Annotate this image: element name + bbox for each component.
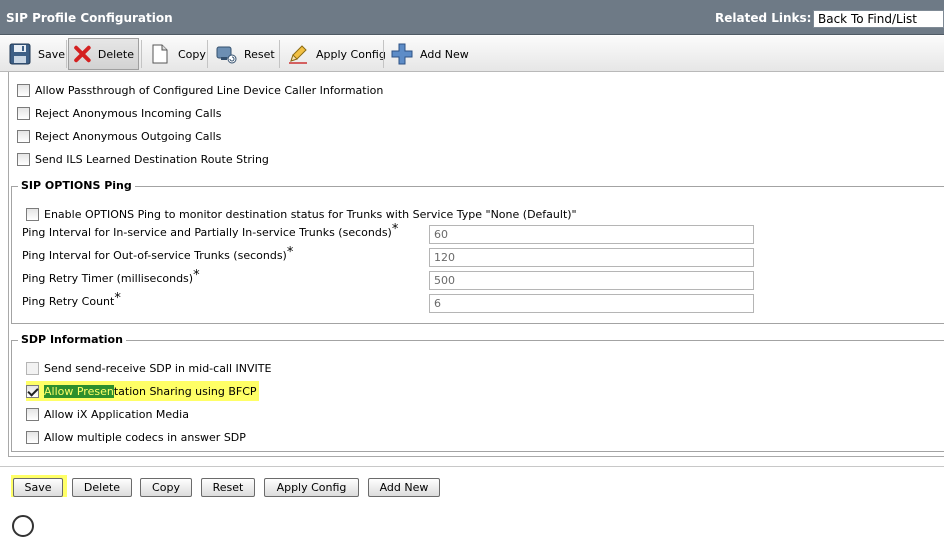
allow-ix-application-media-checkbox[interactable] — [26, 407, 39, 421]
info-icon — [12, 515, 34, 537]
field-label-text: Ping Interval for Out-of-service Trunks … — [22, 249, 287, 262]
related-links-select[interactable]: Back To Find/List — [813, 10, 944, 28]
toolbar-copy-button[interactable]: Copy — [144, 38, 210, 70]
option-row: Allow Passthrough of Configured Line Dev… — [17, 82, 383, 98]
required-asterisk: * — [286, 245, 294, 260]
option-row: Allow iX Application Media — [26, 406, 189, 422]
option-label: Send ILS Learned Destination Route Strin… — [35, 152, 269, 166]
ping-retry-count-input[interactable]: 6 — [429, 294, 754, 313]
ping-retry-count-label: Ping Retry Count* — [22, 291, 121, 309]
sdp-information-fieldset: SDP Information Send send-receive SDP in… — [11, 333, 944, 452]
option-label-highlighted-part: Allow Presen — [44, 384, 114, 398]
toolbar-copy-label: Copy — [178, 47, 206, 61]
reset-icon — [216, 46, 237, 64]
option-label: tation Sharing using BFCP — [113, 384, 257, 398]
option-row: Send ILS Learned Destination Route Strin… — [17, 151, 269, 167]
allow-presentation-sharing-checkbox[interactable] — [26, 384, 39, 398]
toolbar-apply-config-label: Apply Config — [316, 47, 386, 61]
allow-multiple-codecs-checkbox[interactable] — [26, 430, 39, 444]
plus-icon — [391, 43, 413, 65]
floppy-disk-icon — [9, 43, 31, 65]
enable-options-ping-label: Enable OPTIONS Ping to monitor destinati… — [44, 207, 577, 221]
ping-interval-out-of-service-input[interactable]: 120 — [429, 248, 754, 267]
content-panel: Allow Passthrough of Configured Line Dev… — [8, 72, 944, 457]
required-asterisk: * — [114, 291, 121, 306]
pencil-icon — [289, 45, 307, 64]
related-links-label: Related Links: — [715, 11, 812, 25]
sip-options-ping-legend: SIP OPTIONS Ping — [18, 179, 135, 192]
reset-button[interactable]: Reset — [201, 478, 255, 497]
send-receive-sdp-checkbox[interactable] — [26, 361, 39, 375]
enable-options-ping-checkbox[interactable] — [26, 207, 39, 221]
option-row: Send send-receive SDP in mid-call INVITE — [26, 360, 271, 376]
send-ils-route-string-checkbox[interactable] — [17, 152, 30, 166]
toolbar-separator — [279, 40, 280, 68]
red-x-icon — [74, 45, 91, 63]
reject-anonymous-outgoing-checkbox[interactable] — [17, 129, 30, 143]
option-row: Reject Anonymous Outgoing Calls — [17, 128, 221, 144]
toolbar-separator — [141, 40, 142, 68]
option-label: Allow iX Application Media — [44, 407, 189, 421]
option-label: Reject Anonymous Outgoing Calls — [35, 129, 222, 143]
copy-button[interactable]: Copy — [140, 478, 192, 497]
toolbar-separator — [383, 40, 384, 68]
option-row: Allow multiple codecs in answer SDP — [26, 429, 246, 445]
toolbar-reset-label: Reset — [244, 47, 275, 61]
option-row-highlighted: Allow Presen tation Sharing using BFCP — [26, 381, 259, 401]
toolbar-save-button[interactable]: Save — [4, 38, 69, 70]
apply-config-button[interactable]: Apply Config — [264, 478, 359, 497]
field-label-text: Ping Retry Count — [22, 295, 115, 308]
save-button[interactable]: Save — [13, 478, 63, 497]
required-asterisk: * — [391, 222, 399, 237]
toolbar-save-label: Save — [38, 47, 66, 61]
allow-passthrough-checkbox[interactable] — [17, 83, 30, 97]
ping-retry-timer-input[interactable]: 500 — [429, 271, 754, 290]
ping-retry-timer-label: Ping Retry Timer (milliseconds)* — [22, 268, 200, 286]
ping-interval-out-of-service-label: Ping Interval for Out-of-service Trunks … — [22, 245, 294, 263]
toolbar-add-new-label: Add New — [420, 47, 469, 61]
toolbar-delete-button[interactable]: Delete — [68, 38, 139, 70]
toolbar-apply-config-button[interactable]: Apply Config — [282, 38, 390, 70]
delete-button[interactable]: Delete — [72, 478, 132, 497]
field-label-text: Ping Retry Timer (milliseconds) — [22, 272, 194, 285]
toolbar: Save Delete Copy Reset Apply Config Add … — [0, 36, 944, 72]
sdp-information-legend: SDP Information — [18, 333, 126, 346]
title-bar: SIP Profile Configuration Related Links:… — [0, 0, 944, 35]
option-row: Enable OPTIONS Ping to monitor destinati… — [26, 206, 577, 222]
ping-interval-in-service-label: Ping Interval for In-service and Partial… — [22, 222, 399, 240]
option-label: Send send-receive SDP in mid-call INVITE — [44, 361, 272, 375]
copy-page-icon — [152, 44, 168, 64]
page-title: SIP Profile Configuration — [6, 11, 173, 25]
toolbar-reset-button[interactable]: Reset — [210, 38, 279, 70]
required-asterisk: * — [193, 268, 200, 283]
add-new-button[interactable]: Add New — [368, 478, 440, 497]
ping-interval-in-service-input[interactable]: 60 — [429, 225, 754, 244]
toolbar-add-new-button[interactable]: Add New — [386, 38, 473, 70]
option-label: Allow Passthrough of Configured Line Dev… — [35, 83, 384, 97]
toolbar-delete-label: Delete — [97, 47, 134, 61]
reject-anonymous-incoming-checkbox[interactable] — [17, 106, 30, 120]
option-row: Reject Anonymous Incoming Calls — [17, 105, 221, 121]
option-label: Reject Anonymous Incoming Calls — [35, 106, 222, 120]
option-label: Allow multiple codecs in answer SDP — [44, 430, 246, 444]
sip-options-ping-fieldset: SIP OPTIONS Ping Enable OPTIONS Ping to … — [11, 179, 944, 324]
toolbar-separator — [207, 40, 208, 68]
toolbar-separator — [66, 40, 67, 68]
field-label-text: Ping Interval for In-service and Partial… — [22, 226, 392, 239]
